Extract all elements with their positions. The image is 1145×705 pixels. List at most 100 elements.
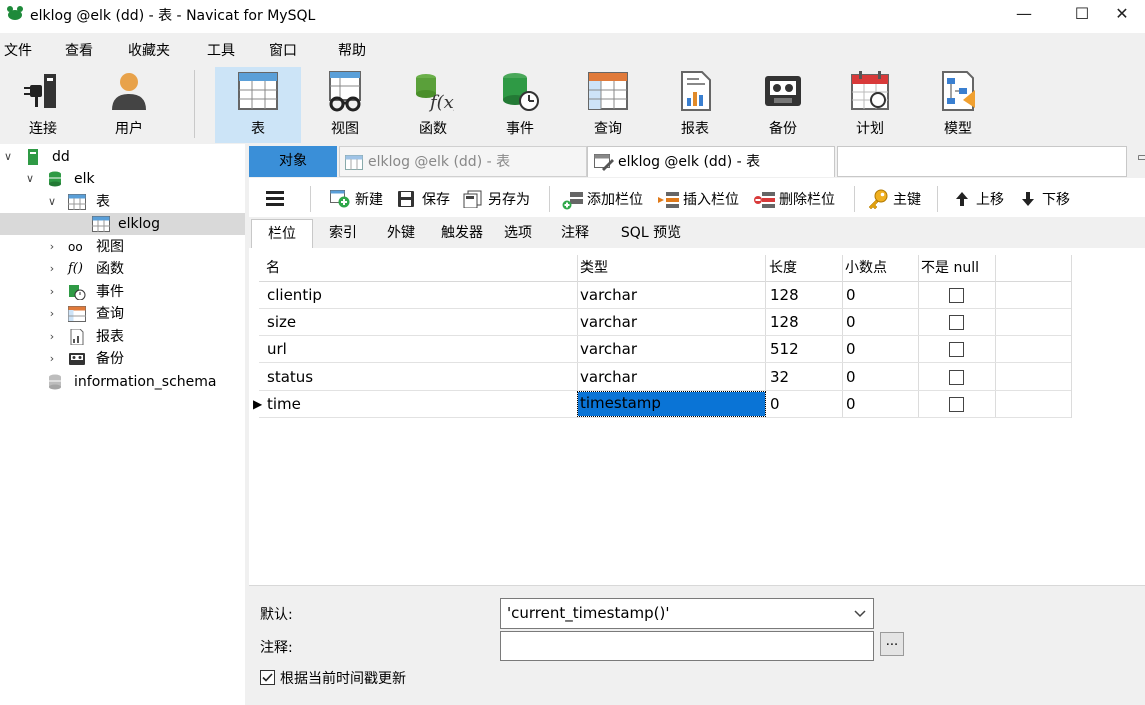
query-button[interactable]: 查询 [565, 67, 651, 143]
tab-overflow-icon[interactable]: ▭ [1137, 150, 1145, 165]
field-name[interactable]: url [267, 339, 287, 359]
event-icon [503, 73, 539, 111]
column-header-not-null[interactable]: 不是 null [921, 258, 979, 280]
field-decimals[interactable]: 0 [846, 312, 856, 332]
field-type[interactable]: varchar [580, 367, 637, 387]
move-up-label: 上移 [976, 192, 1004, 208]
field-name[interactable]: size [267, 312, 296, 332]
column-header-name[interactable]: 名 [266, 258, 280, 280]
tab-elklog-data[interactable]: elklog @elk (dd) - 表 [339, 146, 587, 177]
not-null-checkbox[interactable] [949, 288, 964, 303]
chevron-right-icon[interactable]: › [46, 348, 58, 370]
tab-objects[interactable]: 对象 [249, 146, 337, 177]
table-row[interactable]: status varchar 32 0 [259, 364, 1071, 391]
chevron-right-icon[interactable]: › [46, 326, 58, 348]
hamburger-menu-icon[interactable] [266, 190, 284, 206]
not-null-checkbox[interactable] [949, 370, 964, 385]
tree-item-reports[interactable]: › 报表 [0, 326, 245, 348]
column-header-decimals[interactable]: 小数点 [845, 258, 887, 280]
toolbar-separator [194, 70, 195, 138]
event-button[interactable]: 事件 [477, 67, 563, 143]
schedule-button[interactable]: 计划 [827, 67, 913, 143]
tree-item-tables[interactable]: ∨ 表 [0, 191, 245, 213]
table-row[interactable]: url varchar 512 0 [259, 336, 1071, 363]
tab-elklog-design[interactable]: elklog @elk (dd) - 表 [587, 146, 835, 177]
menu-view[interactable]: 查看 [65, 40, 93, 60]
menu-favorites[interactable]: 收藏夹 [128, 40, 170, 60]
field-decimals[interactable]: 0 [846, 285, 856, 305]
table-row[interactable]: clientip varchar 128 0 [259, 282, 1071, 309]
field-decimals[interactable]: 0 [846, 339, 856, 359]
field-type-selected[interactable]: timestamp [577, 391, 766, 417]
menu-tools[interactable]: 工具 [207, 40, 235, 60]
field-name[interactable]: status [267, 367, 313, 387]
user-button[interactable]: 用户 [86, 67, 172, 143]
chevron-right-icon[interactable]: › [46, 303, 58, 325]
not-null-checkbox[interactable] [949, 397, 964, 412]
table-button[interactable]: 表 [215, 67, 301, 143]
subtab-fields[interactable]: 栏位 [251, 219, 313, 248]
subtab-indexes[interactable]: 索引 [314, 219, 372, 248]
chevron-down-icon[interactable]: ∨ [24, 168, 36, 190]
close-button[interactable]: ✕ [1099, 0, 1145, 30]
tree-item-dd[interactable]: ∨ dd [0, 146, 245, 168]
chevron-right-icon[interactable]: › [46, 281, 58, 303]
update-on-timestamp-label: 根据当前时间戳更新 [280, 671, 406, 687]
tree-item-information-schema[interactable]: information_schema [0, 371, 245, 393]
table-row[interactable]: ▶ time timestamp 0 0 [253, 391, 1071, 418]
update-on-timestamp-checkbox[interactable] [260, 670, 275, 685]
tree-item-elklog[interactable]: elklog [0, 213, 245, 235]
view-icon [329, 71, 361, 112]
chevron-down-icon[interactable]: ∨ [2, 146, 14, 168]
field-type[interactable]: varchar [580, 285, 637, 305]
chevron-right-icon[interactable]: › [46, 236, 58, 258]
menu-help[interactable]: 帮助 [338, 40, 366, 60]
check-icon [262, 673, 273, 682]
tree-item-functions[interactable]: › f() 函数 [0, 258, 245, 280]
field-name[interactable]: clientip [267, 285, 322, 305]
subtab-sql-preview[interactable]: SQL 预览 [610, 219, 692, 248]
field-decimals[interactable]: 0 [846, 367, 856, 387]
tree-item-views[interactable]: › oo 视图 [0, 236, 245, 258]
tree-item-queries[interactable]: › 查询 [0, 303, 245, 325]
field-type[interactable]: varchar [580, 312, 637, 332]
subtab-triggers[interactable]: 触发器 [432, 219, 492, 248]
tree-label-backups: 备份 [96, 351, 124, 367]
field-length[interactable]: 128 [770, 285, 799, 305]
field-type[interactable]: varchar [580, 339, 637, 359]
comment-ellipsis-button[interactable]: ... [880, 632, 904, 656]
tree-label-elk: elk [74, 171, 95, 187]
field-name[interactable]: time [267, 394, 301, 414]
tree-item-events[interactable]: › 事件 [0, 281, 245, 303]
field-length[interactable]: 128 [770, 312, 799, 332]
function-button[interactable]: f(x) 函数 [390, 67, 476, 143]
view-button[interactable]: 视图 [302, 67, 388, 143]
chevron-down-icon[interactable]: ∨ [46, 191, 58, 213]
table-row[interactable]: size varchar 128 0 [259, 309, 1071, 336]
connect-button[interactable]: 连接 [0, 67, 86, 143]
field-length[interactable]: 512 [770, 339, 799, 359]
menu-window[interactable]: 窗口 [269, 40, 297, 60]
chevron-right-icon[interactable]: › [46, 258, 58, 280]
tree-label-reports: 报表 [96, 329, 124, 345]
subtab-foreign-keys[interactable]: 外键 [372, 219, 430, 248]
minimize-button[interactable]: — [1001, 0, 1047, 30]
tree-item-backups[interactable]: › 备份 [0, 348, 245, 370]
field-length[interactable]: 32 [770, 367, 789, 387]
subtab-comment[interactable]: 注释 [550, 219, 600, 248]
tree-item-elk[interactable]: ∨ elk [0, 168, 245, 190]
not-null-checkbox[interactable] [949, 315, 964, 330]
default-value-select[interactable]: 'current_timestamp()' [500, 598, 874, 629]
model-button[interactable]: 模型 [915, 67, 1001, 143]
subtab-options[interactable]: 选项 [492, 219, 544, 248]
backup-button[interactable]: 备份 [740, 67, 826, 143]
report-button[interactable]: 报表 [652, 67, 738, 143]
field-length[interactable]: 0 [770, 394, 780, 414]
field-decimals[interactable]: 0 [846, 394, 856, 414]
menu-file[interactable]: 文件 [4, 40, 32, 60]
column-header-length[interactable]: 长度 [769, 258, 797, 280]
column-header-type[interactable]: 类型 [580, 258, 608, 280]
chevron-down-icon[interactable] [853, 606, 867, 620]
comment-field[interactable] [500, 631, 874, 661]
not-null-checkbox[interactable] [949, 342, 964, 357]
